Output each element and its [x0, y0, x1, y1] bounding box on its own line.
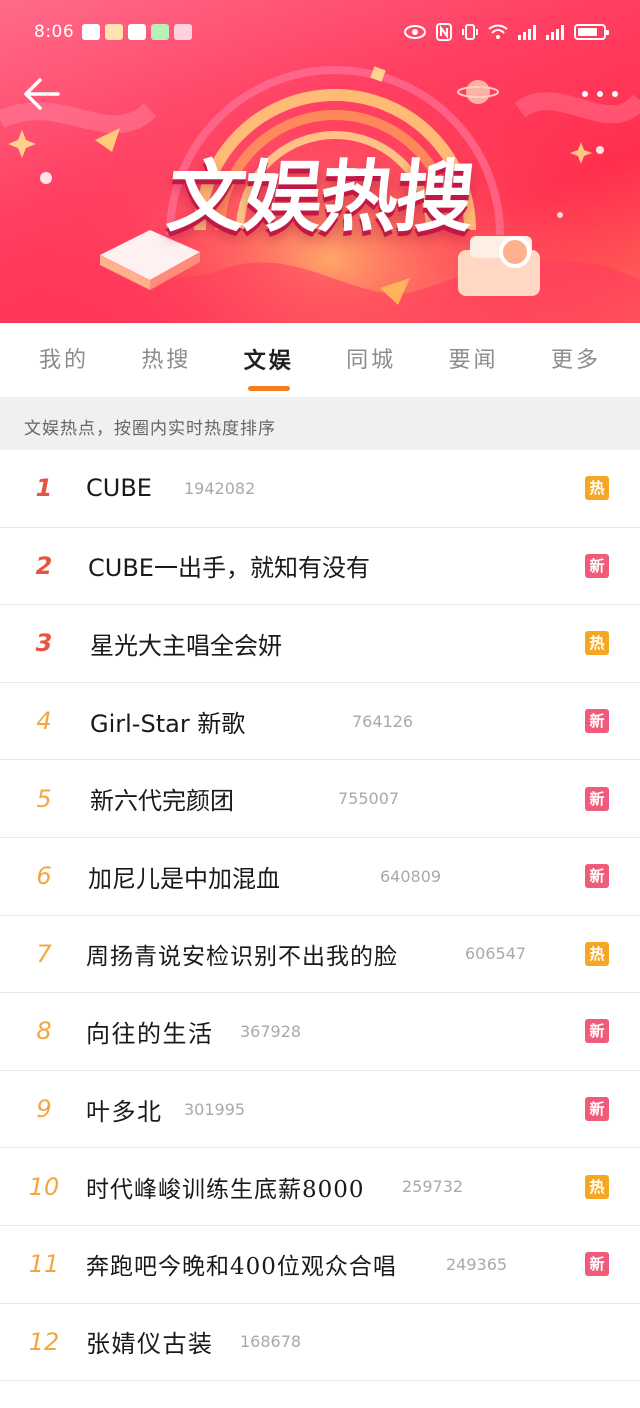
item-heat-count: 640809: [380, 866, 442, 886]
vibrate-icon: [462, 24, 478, 40]
more-dot-icon: [582, 91, 588, 97]
app-notification-icon: [174, 24, 193, 40]
nfc-icon: [436, 23, 452, 41]
wifi-icon: [488, 24, 508, 39]
item-title: CUBE: [86, 474, 152, 503]
tab-entertainment[interactable]: 文娱: [231, 323, 307, 397]
list-item[interactable]: 12 张婧仪古装 168678: [0, 1304, 640, 1382]
banner-title: 文娱热搜: [163, 153, 477, 243]
item-title: 加尼儿是中加混血: [88, 864, 280, 893]
list-item[interactable]: 5 新六代完颜团 755007 新: [0, 760, 640, 838]
more-options-button[interactable]: [578, 80, 622, 108]
notification-icons: [82, 24, 193, 40]
rank-number: 7: [36, 939, 52, 968]
list-item[interactable]: 7 周扬青说安检识别不出我的脸 606547 热: [0, 916, 640, 994]
cell-signal-icon: [518, 24, 536, 40]
tab-hot-search[interactable]: 热搜: [128, 323, 204, 397]
item-title: 星光大主唱全会妍: [90, 631, 282, 660]
rank-number: 9: [36, 1095, 52, 1124]
item-heat-count: 259732: [402, 1177, 464, 1197]
item-heat-count: 301995: [184, 1099, 246, 1119]
rank-number: 6: [36, 862, 52, 891]
category-tabs: 我的 热搜 文娱 同城 要闻 更多: [0, 323, 640, 397]
hot-badge: 热: [585, 941, 609, 966]
app-notification-icon: [151, 24, 170, 40]
list-item[interactable]: 9 叶多北 301995 新: [0, 1071, 640, 1149]
app-notification-icon: [105, 24, 124, 40]
tab-more[interactable]: 更多: [538, 323, 614, 397]
item-heat-count: 249365: [446, 1254, 508, 1274]
status-right: [404, 23, 609, 41]
tab-local[interactable]: 同城: [333, 323, 409, 397]
item-heat-count: 755007: [338, 789, 400, 809]
rank-number: 2: [35, 551, 53, 580]
list-item[interactable]: 11 奔跑吧今晚和400位观众合唱 249365 新: [0, 1226, 640, 1304]
list-item[interactable]: 3 星光大主唱全会妍 热: [0, 605, 640, 683]
rank-number: 3: [35, 629, 53, 658]
header-banner: 8:06 文娱热搜: [0, 0, 640, 323]
item-title: 周扬青说安检识别不出我的脸: [86, 943, 398, 970]
item-heat-count: 764126: [352, 711, 414, 731]
rank-number: 11: [28, 1250, 60, 1279]
more-dot-icon: [612, 91, 618, 97]
tab-news[interactable]: 要闻: [436, 323, 512, 397]
eye-icon: [404, 25, 426, 39]
item-heat-count: 168678: [240, 1332, 302, 1352]
app-notification-icon: [128, 24, 147, 40]
item-title: 奔跑吧今晚和400位观众合唱: [86, 1254, 397, 1281]
hot-badge: 热: [585, 476, 609, 501]
item-title: 向往的生活: [86, 1019, 214, 1048]
hot-badge: 热: [585, 631, 609, 656]
rank-number: 12: [28, 1327, 60, 1356]
rank-number: 4: [36, 707, 52, 736]
item-title: 张婧仪古装: [86, 1330, 214, 1359]
list-description: 文娱热点，按圈内实时热度排序: [0, 397, 640, 450]
new-badge: 新: [585, 864, 609, 889]
item-heat-count: 367928: [240, 1021, 302, 1041]
new-badge: 新: [585, 553, 609, 578]
item-title: CUBE一出手，就知有没有: [88, 554, 370, 583]
item-title: 新六代完颜团: [90, 787, 234, 816]
new-badge: 新: [585, 786, 609, 811]
list-item[interactable]: 6 加尼儿是中加混血 640809 新: [0, 838, 640, 916]
list-item[interactable]: 2 CUBE一出手，就知有没有 新: [0, 528, 640, 606]
hot-badge: 热: [585, 1174, 609, 1199]
list-item[interactable]: 10 时代峰峻训练生底薪8000 259732 热: [0, 1148, 640, 1226]
rank-number: 1: [35, 474, 53, 503]
battery-icon: [574, 24, 609, 40]
item-title: 叶多北: [86, 1097, 163, 1126]
item-heat-count: 1942082: [184, 478, 256, 498]
more-dot-icon: [597, 91, 603, 97]
hot-search-list: 1 CUBE 1942082 热 2 CUBE一出手，就知有没有 新 3 星光大…: [0, 450, 640, 1382]
mail-app-icon: [82, 24, 101, 40]
cell-signal-icon: [546, 24, 564, 40]
rank-number: 8: [36, 1017, 52, 1046]
item-title: Girl-Star 新歌: [90, 709, 246, 738]
rank-number: 5: [36, 784, 52, 813]
status-bar: 8:06: [0, 0, 640, 64]
item-title: 时代峰峻训练生底薪8000: [86, 1176, 365, 1203]
tab-mine[interactable]: 我的: [26, 323, 102, 397]
item-heat-count: 606547: [465, 944, 527, 964]
back-button[interactable]: [18, 74, 62, 114]
arrow-left-icon: [24, 78, 60, 110]
new-badge: 新: [585, 1252, 609, 1277]
status-time: 8:06: [34, 22, 75, 42]
list-item[interactable]: 4 Girl-Star 新歌 764126 新: [0, 683, 640, 761]
rank-number: 10: [28, 1172, 60, 1201]
new-badge: 新: [585, 1019, 609, 1044]
new-badge: 新: [585, 1097, 609, 1122]
list-item[interactable]: 8 向往的生活 367928 新: [0, 993, 640, 1071]
new-badge: 新: [585, 709, 609, 734]
list-item[interactable]: 1 CUBE 1942082 热: [0, 450, 640, 528]
